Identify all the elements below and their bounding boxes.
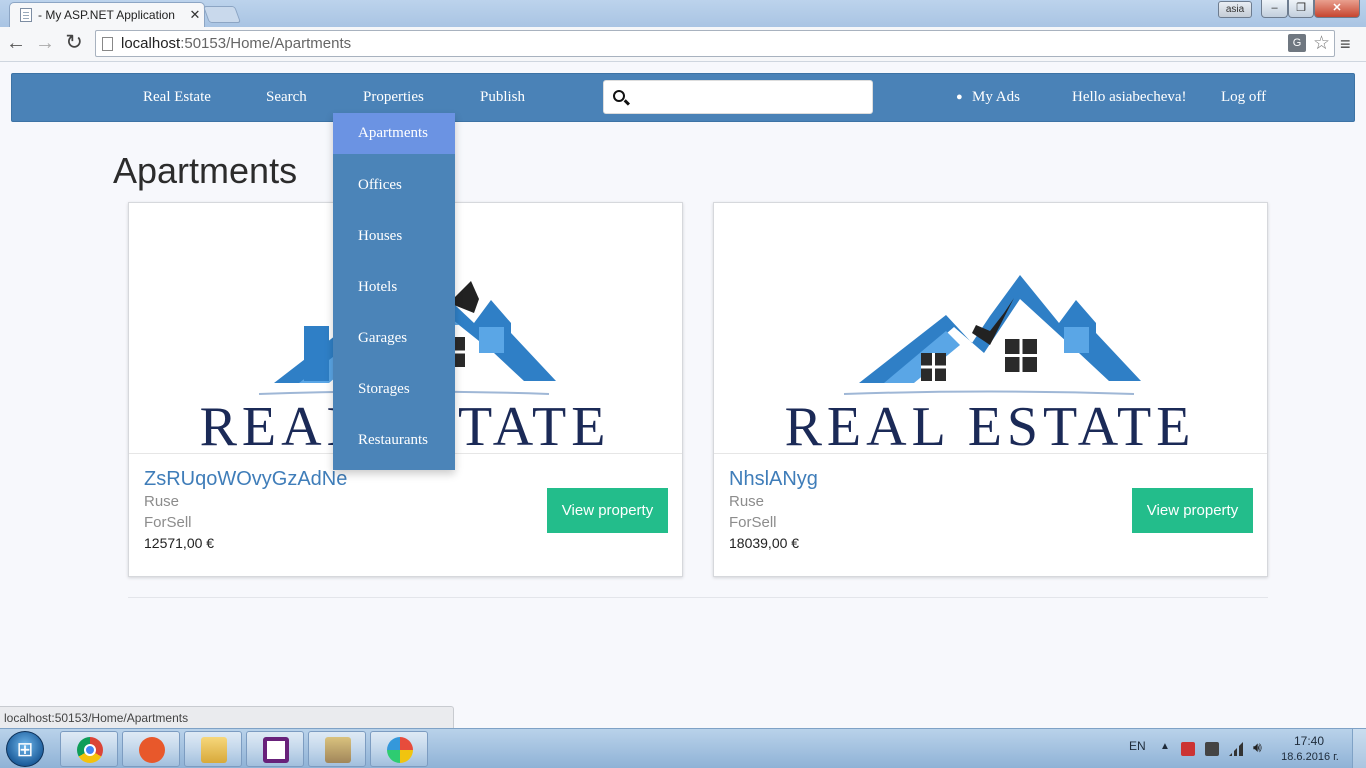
clock-date[interactable]: 18.6.2016 г. [1278, 751, 1342, 763]
nav-brand-link[interactable]: Real Estate [143, 74, 211, 121]
search-icon[interactable] [613, 90, 625, 102]
dropdown-item-hotels[interactable]: Hotels [333, 266, 455, 317]
property-title[interactable]: ZsRUqoWOvyGzAdNe [144, 468, 347, 491]
dropdown-item-houses[interactable]: Houses [333, 215, 455, 266]
property-city: Ruse [729, 493, 765, 510]
git-icon [139, 737, 165, 763]
volume-icon[interactable]: 🔊︎ [1253, 739, 1269, 755]
property-type: ForSell [144, 514, 192, 531]
url-host: localhost [121, 35, 181, 52]
action-center-icon[interactable] [1181, 742, 1195, 756]
real-estate-logo: REAL ESTATE [785, 275, 1196, 453]
properties-dropdown-menu: Apartments Offices Houses Hotels Garages… [333, 113, 455, 470]
browser-status-bar: localhost:50153/Home/Apartments [0, 706, 454, 728]
browser-titlebar: - My ASP.NET Application ✕ asia ‒ ❐ ✕ [0, 0, 1366, 27]
taskbar-tools[interactable] [308, 731, 366, 767]
property-title[interactable]: NhslANyg [729, 468, 818, 491]
property-city: Ruse [144, 493, 180, 510]
clock-time[interactable]: 17:40 [1283, 734, 1335, 748]
dropdown-item-garages[interactable]: Garages [333, 317, 455, 368]
card-body: NhslANyg Ruse ForSell 18039,00 € View pr… [714, 453, 1267, 576]
view-property-button[interactable]: View property [1132, 488, 1253, 533]
property-price: 12571,00 € [144, 535, 215, 551]
property-type: ForSell [729, 514, 777, 531]
page-title: Apartments [113, 150, 298, 191]
nav-hello-user-link[interactable]: Hello asiabecheva! [1072, 74, 1187, 121]
tools-icon [325, 737, 351, 763]
taskbar-git[interactable] [122, 731, 180, 767]
page-icon [20, 8, 32, 22]
site-navbar: Real Estate Search Properties Publish ● … [11, 73, 1355, 122]
windows-taskbar: EN ▲ 🔊︎ 17:40 18.6.2016 г. [0, 728, 1366, 768]
nav-my-ads-link[interactable]: My Ads [972, 74, 1020, 121]
browser-tab[interactable]: - My ASP.NET Application ✕ [9, 2, 205, 27]
file-explorer-icon [201, 737, 227, 763]
url-path: :50153/Home/Apartments [180, 35, 352, 52]
view-property-button[interactable]: View property [547, 488, 668, 533]
property-price: 18039,00 € [729, 535, 800, 551]
battery-icon[interactable] [1205, 742, 1219, 756]
navbar-search-box [603, 80, 873, 114]
minimize-button[interactable]: ‒ [1261, 0, 1288, 18]
translate-icon[interactable]: G [1288, 34, 1306, 52]
taskbar-chrome[interactable] [60, 731, 118, 767]
taskbar-file-explorer[interactable] [184, 731, 242, 767]
tab-close-icon[interactable]: ✕ [186, 7, 204, 23]
back-arrow-icon[interactable]: ← [4, 32, 28, 56]
nav-search-link[interactable]: Search [266, 74, 307, 121]
start-button[interactable] [6, 731, 44, 767]
property-card: REAL ESTATE NhslANyg Ruse ForSell 18039,… [713, 202, 1268, 577]
address-bar[interactable]: localhost:50153/Home/Apartments G ☆ [95, 30, 1335, 57]
tab-title: - My ASP.NET Application [38, 8, 175, 22]
nav-logoff-link[interactable]: Log off [1221, 74, 1266, 121]
forward-arrow-icon[interactable]: → [33, 32, 57, 56]
dropdown-item-storages[interactable]: Storages [333, 368, 455, 419]
reload-icon[interactable]: ↻ [62, 32, 86, 56]
close-window-button[interactable]: ✕ [1314, 0, 1360, 18]
taskbar-picasa[interactable] [370, 731, 428, 767]
browser-toolbar: ← → ↻ localhost:50153/Home/Apartments G … [0, 27, 1366, 62]
dropdown-item-restaurants[interactable]: Restaurants [333, 419, 455, 470]
chrome-menu-icon[interactable]: ≡ [1340, 34, 1351, 55]
profile-badge[interactable]: asia [1218, 1, 1252, 18]
content-divider [128, 597, 1268, 598]
taskbar-visual-studio[interactable] [246, 731, 304, 767]
maximize-button[interactable]: ❐ [1288, 0, 1314, 18]
new-tab-button[interactable] [202, 6, 242, 23]
network-signal-icon[interactable] [1229, 742, 1243, 756]
visual-studio-icon [263, 737, 289, 763]
page-info-icon[interactable] [102, 36, 113, 51]
bookmark-star-icon[interactable]: ☆ [1313, 32, 1330, 55]
language-indicator[interactable]: EN [1129, 739, 1146, 753]
property-image: REAL ESTATE [714, 203, 1267, 453]
tray-expand-icon[interactable]: ▲ [1160, 741, 1170, 752]
search-input[interactable] [636, 83, 866, 111]
logo-text: REAL ESTATE [785, 396, 1196, 453]
dropdown-item-apartments[interactable]: Apartments [333, 113, 455, 154]
chrome-icon [77, 737, 103, 763]
dropdown-item-offices[interactable]: Offices [333, 164, 455, 215]
nav-publish-link[interactable]: Publish [480, 74, 525, 121]
list-bullet: ● [956, 91, 963, 103]
show-desktop-button[interactable] [1352, 729, 1366, 768]
card-body: ZsRUqoWOvyGzAdNe Ruse ForSell 12571,00 €… [129, 453, 682, 576]
picasa-icon [387, 737, 413, 763]
